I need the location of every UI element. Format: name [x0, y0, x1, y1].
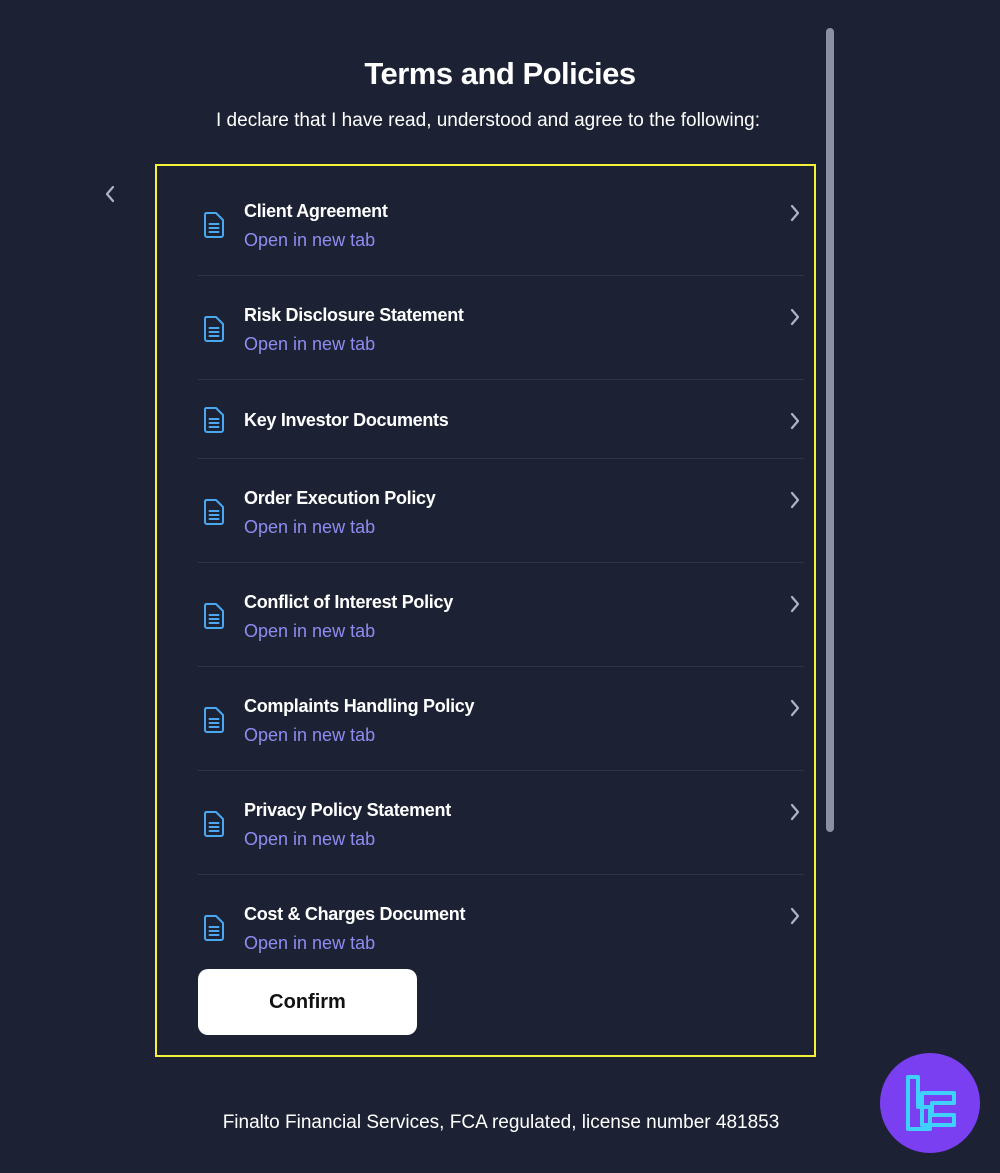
footer-regulatory-text: Finalto Financial Services, FCA regulate…	[222, 1112, 780, 1133]
document-icon	[203, 707, 224, 733]
chevron-left-icon	[105, 185, 115, 203]
document-title: Cost & Charges Document	[244, 904, 466, 924]
open-in-new-tab-link[interactable]: Open in new tab	[244, 333, 464, 355]
document-icon	[203, 316, 224, 342]
document-title: Risk Disclosure Statement	[244, 305, 464, 325]
document-icon	[203, 811, 224, 837]
document-title: Order Execution Policy	[244, 488, 436, 508]
document-item-order-execution-policy[interactable]: Order Execution Policy Open in new tab	[198, 459, 804, 563]
document-list: Client Agreement Open in new tab Risk Di…	[198, 172, 804, 978]
document-item-privacy-policy-statement[interactable]: Privacy Policy Statement Open in new tab	[198, 771, 804, 875]
chevron-right-icon	[790, 412, 800, 430]
document-item-complaints-handling-policy[interactable]: Complaints Handling Policy Open in new t…	[198, 667, 804, 771]
document-title: Key Investor Documents	[244, 410, 449, 430]
document-item-risk-disclosure-statement[interactable]: Risk Disclosure Statement Open in new ta…	[198, 276, 804, 380]
back-button[interactable]	[98, 180, 122, 208]
document-title: Client Agreement	[244, 201, 388, 221]
brand-badge	[880, 1053, 980, 1153]
document-title: Complaints Handling Policy	[244, 696, 475, 716]
open-in-new-tab-link[interactable]: Open in new tab	[244, 828, 451, 850]
open-in-new-tab-link[interactable]: Open in new tab	[244, 724, 474, 746]
document-item-client-agreement[interactable]: Client Agreement Open in new tab	[198, 172, 804, 276]
chevron-right-icon	[790, 699, 800, 717]
chevron-right-icon	[790, 308, 800, 326]
document-item-key-investor-documents[interactable]: Key Investor Documents	[198, 380, 804, 459]
scrollbar-thumb[interactable]	[826, 28, 834, 832]
open-in-new-tab-link[interactable]: Open in new tab	[244, 932, 465, 954]
open-in-new-tab-link[interactable]: Open in new tab	[244, 620, 453, 642]
chevron-right-icon	[790, 204, 800, 222]
chevron-right-icon	[790, 595, 800, 613]
document-icon	[203, 603, 224, 629]
chevron-right-icon	[790, 907, 800, 925]
document-item-cost-and-charges-document[interactable]: Cost & Charges Document Open in new tab	[198, 875, 804, 978]
chevron-right-icon	[790, 491, 800, 509]
document-icon	[203, 499, 224, 525]
document-title: Privacy Policy Statement	[244, 800, 451, 820]
document-icon	[203, 212, 224, 238]
chevron-right-icon	[790, 803, 800, 821]
confirm-button[interactable]: Confirm	[198, 969, 417, 1035]
document-icon	[203, 915, 224, 941]
document-icon	[203, 407, 224, 433]
page-title: Terms and Policies	[364, 56, 636, 91]
scrollbar[interactable]	[824, 28, 836, 834]
brand-logo-icon	[906, 1075, 956, 1131]
document-item-conflict-of-interest-policy[interactable]: Conflict of Interest Policy Open in new …	[198, 563, 804, 667]
open-in-new-tab-link[interactable]: Open in new tab	[244, 229, 388, 251]
open-in-new-tab-link[interactable]: Open in new tab	[244, 516, 435, 538]
document-title: Conflict of Interest Policy	[244, 592, 453, 612]
